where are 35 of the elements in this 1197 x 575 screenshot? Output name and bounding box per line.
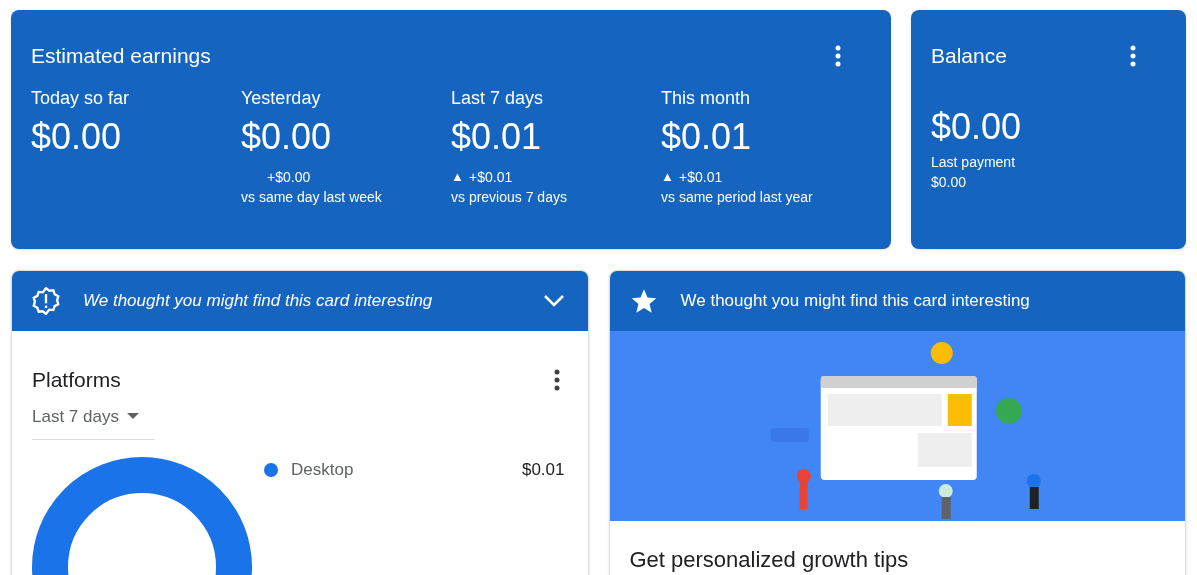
stat-value: $0.00: [31, 114, 123, 159]
stat-comparison: vs previous 7 days: [451, 187, 568, 207]
stat-value: $0.00: [241, 114, 333, 159]
alert-badge-icon: [32, 287, 60, 315]
card-title: Estimated earnings: [31, 43, 211, 69]
balance-value: $0.00: [931, 104, 1023, 149]
stat-label: Today so far: [31, 86, 131, 110]
more-options-icon[interactable]: [553, 368, 560, 391]
card-title: Get personalized growth tips: [629, 547, 909, 572]
legend-value: $0.01: [521, 459, 565, 481]
stat-change: +$0.01: [469, 167, 513, 187]
trend-arrow: ▲: [661, 167, 675, 186]
stat-label: This month: [661, 86, 752, 110]
trend-arrow: ▲: [451, 167, 465, 186]
stat-change: +$0.00: [267, 167, 311, 187]
last-payment-label: Last payment: [931, 152, 1017, 172]
banner-text: We thought you might find this card interesting: [83, 290, 434, 313]
dropdown-caret-icon: [126, 413, 139, 420]
date-range-dropdown[interactable]: Last 7 days: [32, 403, 155, 440]
stat-label: Yesterday: [241, 86, 322, 110]
star-icon: [629, 287, 658, 315]
stat-value: $0.01: [451, 114, 543, 159]
stat-change: +$0.01: [679, 167, 723, 187]
stat-label: Last 7 days: [451, 86, 545, 110]
legend-label: Desktop: [291, 459, 355, 481]
banner-text: We thought you might find this card interesting: [680, 290, 1030, 313]
last-payment-value: $0.00: [931, 172, 968, 192]
card-title: Platforms: [32, 367, 121, 393]
stat-value: $0.01: [661, 114, 753, 159]
stat-comparison: vs same day last week: [241, 187, 383, 207]
chevron-down-icon[interactable]: [542, 294, 565, 308]
stat-comparison: vs same period last year: [661, 187, 814, 207]
more-options-icon[interactable]: [835, 44, 841, 67]
more-options-icon[interactable]: [1130, 44, 1136, 67]
card-title: Balance: [931, 43, 1007, 69]
